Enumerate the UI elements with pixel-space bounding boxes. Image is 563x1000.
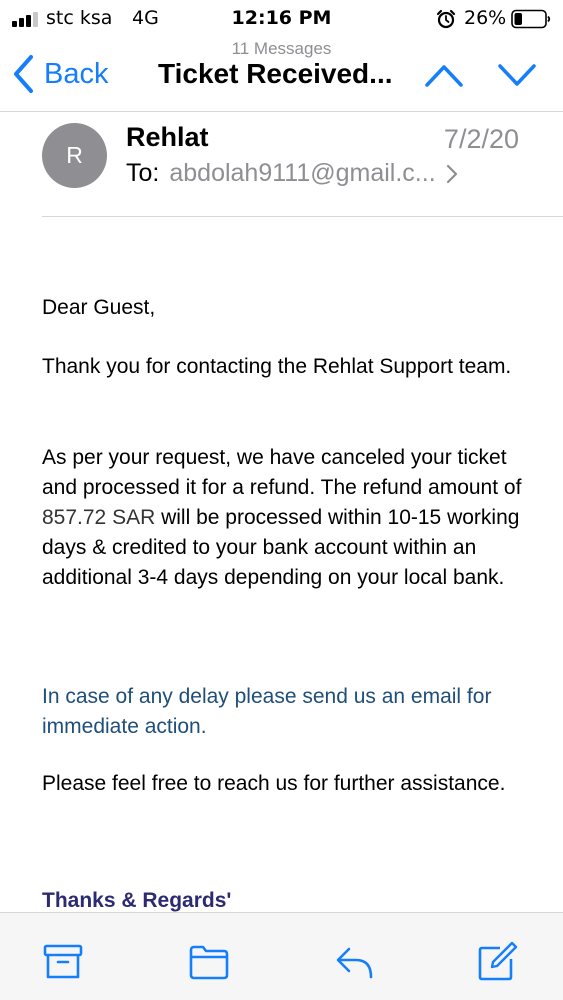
bottom-toolbar [0,912,563,1000]
header-divider [42,216,563,217]
archive-button[interactable] [42,941,84,983]
recipient-address: abdolah9111@gmail.c... [169,159,436,187]
alarm-icon [436,9,456,29]
chevron-right-icon [446,164,457,183]
battery-percent: 26% [464,7,507,29]
refund-paragraph: As per your request, we have canceled yo… [42,443,532,593]
to-label: To: [126,159,160,187]
status-bar: stc ksa 4G 12:16 PM 26% [0,0,563,38]
avatar: R [42,123,107,188]
nav-bar: 11 Messages Back Ticket Received... [0,38,563,112]
sender-name: Rehlat [126,122,209,152]
reply-icon [336,947,373,979]
recipient-row[interactable]: To: abdolah9111@gmail.c... [126,159,458,188]
compose-button[interactable] [476,941,518,983]
reply-button[interactable] [334,941,376,983]
mail-date: 7/2/20 [443,124,519,154]
refund-amount: 857.72 SAR [42,506,156,529]
refund-text-start: As per your request, we have canceled yo… [42,446,522,499]
assist-paragraph: Please feel free to reach us for further… [42,772,506,795]
back-button[interactable]: Back [12,52,108,96]
chevron-left-icon [14,55,33,93]
signoff: Thanks & Regards' [42,889,232,912]
move-folder-button[interactable] [188,941,230,983]
archive-icon [43,944,83,979]
back-label: Back [44,57,109,90]
chevron-down-icon[interactable] [497,58,537,92]
thread-title: Ticket Received... [158,58,393,89]
delay-paragraph: In case of any delay please send us an e… [42,685,492,738]
folder-icon [189,945,229,980]
battery-icon [511,9,551,29]
greeting: Dear Guest, [42,296,156,319]
chevron-up-icon[interactable] [424,58,464,92]
thanks-paragraph: Thank you for contacting the Rehlat Supp… [42,355,512,378]
compose-icon [478,941,518,981]
